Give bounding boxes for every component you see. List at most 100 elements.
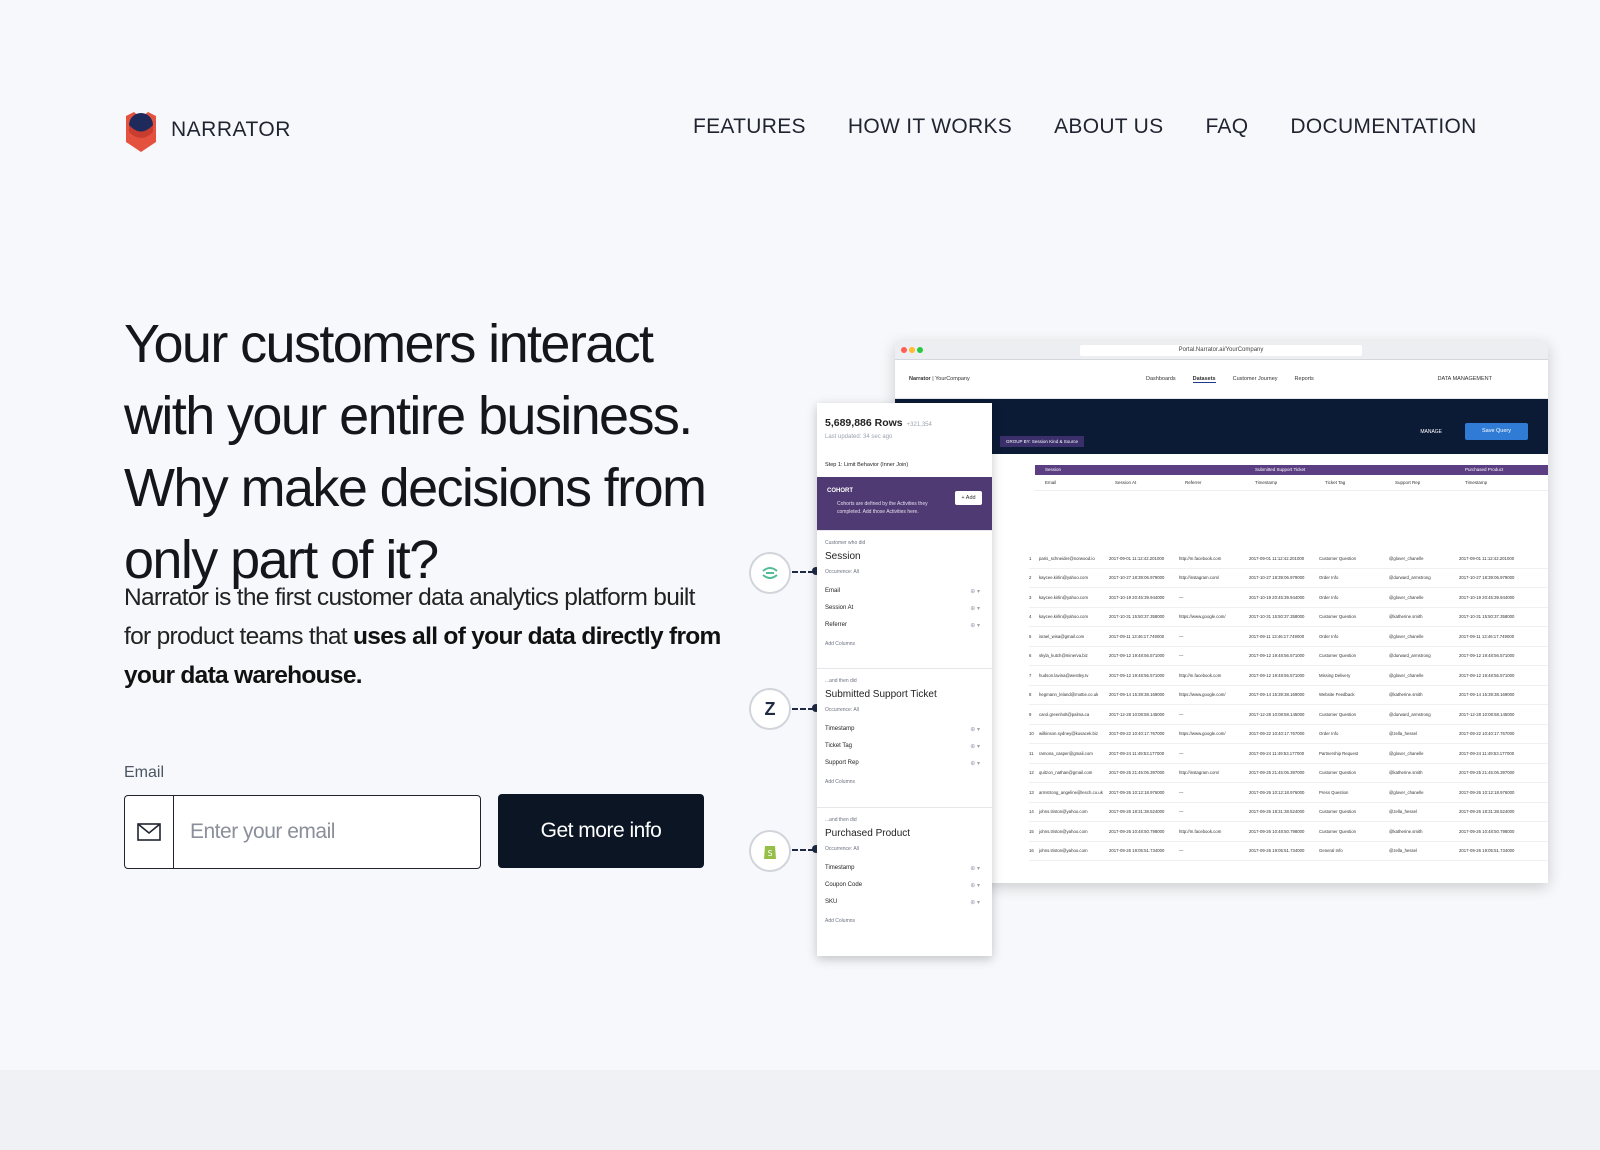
table-cell: 2017-09-14 15:39:38.169000 xyxy=(1459,692,1515,698)
table-cell: 2017-09-11 13:46:17.749000 xyxy=(1249,633,1305,639)
table-cell: 2017-12-28 10:08:58.145000 xyxy=(1459,711,1515,717)
table-cell: quitzon_nathan@gmail.com xyxy=(1039,770,1093,776)
table-cell: 2017-09-25 21:45:06.397000 xyxy=(1459,770,1515,776)
activity-field: Coupon Code xyxy=(825,882,863,888)
table-cell: 2017-09-26 10:12:18.976000 xyxy=(1109,789,1165,795)
table-cell: — xyxy=(1179,750,1184,756)
activity-field: SKU xyxy=(825,899,838,905)
nav-faq[interactable]: FAQ xyxy=(1205,115,1248,139)
table-cell: paris_schneider@norwood.io xyxy=(1039,555,1095,561)
table-cell: carol.greenholt@palma.ca xyxy=(1039,711,1090,717)
activity-name: Submitted Support Ticket xyxy=(825,689,937,700)
table-cell: General Info xyxy=(1319,848,1343,854)
table-cell: 2017-12-28 10:08:58.145000 xyxy=(1249,711,1305,717)
table-cell: 2017-09-01 11:12:42.201000 xyxy=(1109,555,1165,561)
table-cell: hegmann_leland@mottie.co.uk xyxy=(1039,692,1099,698)
table-row: 6 skyla_kutch@minerva.biz 2017-09-12 19:48… xyxy=(1029,647,1548,666)
manage-label: MANAGE xyxy=(1420,429,1442,435)
table-cell: Customer Question xyxy=(1319,809,1357,815)
activity-field: Email xyxy=(825,588,841,594)
table-cell: 2017-09-01 11:12:42.201000 xyxy=(1459,555,1515,561)
table-cell: @glover_chanelle xyxy=(1389,633,1424,639)
app-tab-customer-journey: Customer Journey xyxy=(1232,376,1278,382)
nav-documentation[interactable]: DOCUMENTATION xyxy=(1290,115,1476,139)
table-cell: 2017-09-22 10:40:17.767000 xyxy=(1459,731,1515,737)
table-cell: @durward_armstrong xyxy=(1389,575,1431,581)
shopify-source-icon: S xyxy=(749,830,791,872)
narrator-logo-icon xyxy=(126,112,156,152)
hero-subheadline: Narrator is the first customer data anal… xyxy=(124,578,724,695)
rows-count: 5,689,886 Rows +321,354 xyxy=(825,417,932,429)
table-cell: kaycee.kirlin@yahoo.com xyxy=(1039,614,1089,620)
table-cell: @glover_chanelle xyxy=(1389,750,1424,756)
table-cell: http://m.facebook.com xyxy=(1179,828,1222,834)
activity-name: Session xyxy=(825,551,861,562)
table-cell: Customer Question xyxy=(1319,770,1357,776)
query-toolbar: GROUP BY: Session Kind & Source MANAGE S… xyxy=(895,399,1548,454)
table-cell: skyla_kutch@minerva.biz xyxy=(1039,653,1088,659)
table-cell: 2 xyxy=(1029,575,1032,581)
data-table: 1 paris_schneider@norwood.io 2017-09-01 11… xyxy=(1029,549,1548,861)
table-row: 15 johns.triston@yahoo.com 2017-09-26 10:4… xyxy=(1029,822,1548,842)
table-cell: 2017-09-24 11:49:53.177000 xyxy=(1249,750,1305,756)
group-by-tab: GROUP BY: Session Kind & Source xyxy=(1000,436,1084,447)
table-cell: @durward_armstrong xyxy=(1389,653,1431,659)
table-cell: @durward_armstrong xyxy=(1389,711,1431,717)
table-cell: 4 xyxy=(1029,614,1032,620)
table-cell: 1 xyxy=(1029,555,1032,561)
table-row: 12 quitzon_nathan@gmail.com 2017-09-25 21:… xyxy=(1029,764,1548,783)
app-tab-datasets: Datasets xyxy=(1192,376,1216,383)
activity-section: Customer who did Session Occurrence: All Em… xyxy=(817,530,992,668)
table-cell: 2017-09-26 10:12:18.976000 xyxy=(1249,789,1305,795)
table-cell: 13 xyxy=(1029,789,1034,795)
activity-occurrence: Occurrence: All xyxy=(825,569,859,575)
minimize-dot-icon xyxy=(909,347,915,353)
activity-field: Session At xyxy=(825,605,854,611)
email-label: Email xyxy=(124,764,165,781)
app-tabs: Dashboards Datasets Customer Journey Rep… xyxy=(1146,376,1331,383)
table-cell: 2017-09-26 19:05:51.734000 xyxy=(1109,848,1165,854)
activity-occurrence: Occurrence: All xyxy=(825,707,859,713)
table-cell: — xyxy=(1179,594,1184,600)
table-cell: 2017-09-26 10:48:50.798000 xyxy=(1109,828,1165,834)
footer-band xyxy=(0,1070,1600,1150)
table-cell: 11 xyxy=(1029,750,1034,756)
table-row: 4 kaycee.kirlin@yahoo.com 2017-10-31 15:50… xyxy=(1029,608,1548,627)
table-row: 16 johns.triston@yahoo.com 2017-09-26 19:0… xyxy=(1029,842,1548,861)
table-cell: 2017-10-31 15:50:37.358000 xyxy=(1109,614,1165,620)
table-cell: @glover_chanelle xyxy=(1389,594,1424,600)
table-cell: @zella_hessel xyxy=(1389,809,1418,815)
table-cell: 2017-09-14 15:39:38.169000 xyxy=(1109,692,1165,698)
table-cell: — xyxy=(1179,711,1184,717)
table-cell: Customer Question xyxy=(1319,828,1357,834)
activity-section: ...and then did Purchased Product Occurren… xyxy=(817,807,992,945)
table-cell: hudson.lavina@westley.tv xyxy=(1039,672,1089,678)
main-nav: FEATURES HOW IT WORKS ABOUT US FAQ DOCUM… xyxy=(693,115,1519,139)
table-cell: Customer Question xyxy=(1319,555,1357,561)
nav-how-it-works[interactable]: HOW IT WORKS xyxy=(848,115,1012,139)
table-cell: 2017-09-26 18:31:38.524000 xyxy=(1249,809,1305,815)
connector-line xyxy=(792,849,814,851)
activity-field: Timestamp xyxy=(825,726,855,732)
activity-occurrence: Occurrence: All xyxy=(825,846,859,852)
table-cell: 2017-10-19 20:45:39.944000 xyxy=(1459,594,1515,600)
get-more-info-button[interactable]: Get more info xyxy=(498,794,704,868)
table-cell: 12 xyxy=(1029,770,1034,776)
activity-prefix: ...and then did xyxy=(825,678,857,684)
activity-section: ...and then did Submitted Support Ticket O… xyxy=(817,668,992,806)
table-cell: israel_wisa@gmail.com xyxy=(1039,633,1085,639)
envelope-icon xyxy=(125,796,174,868)
table-cell: @glover_chanelle xyxy=(1389,555,1424,561)
email-input[interactable] xyxy=(174,796,474,868)
nav-about-us[interactable]: ABOUT US xyxy=(1054,115,1163,139)
step-label: Step 1: Limit Behavior (Inner Join) xyxy=(825,462,909,468)
table-cell: kaycee.kirlin@yahoo.com xyxy=(1039,594,1089,600)
nav-features[interactable]: FEATURES xyxy=(693,115,806,139)
table-cell: Order Info xyxy=(1319,731,1339,737)
field-options-icon: ⊕ ▾ xyxy=(970,623,980,629)
table-cell: 2017-09-24 11:49:53.177000 xyxy=(1109,750,1165,756)
table-cell: https://www.google.com/ xyxy=(1179,614,1226,620)
table-cell: 2017-09-12 19:48:56.571000 xyxy=(1109,672,1165,678)
brand-logo[interactable]: NARRATOR xyxy=(124,108,291,152)
table-cell: 2017-10-27 18:39:06.979000 xyxy=(1459,575,1515,581)
